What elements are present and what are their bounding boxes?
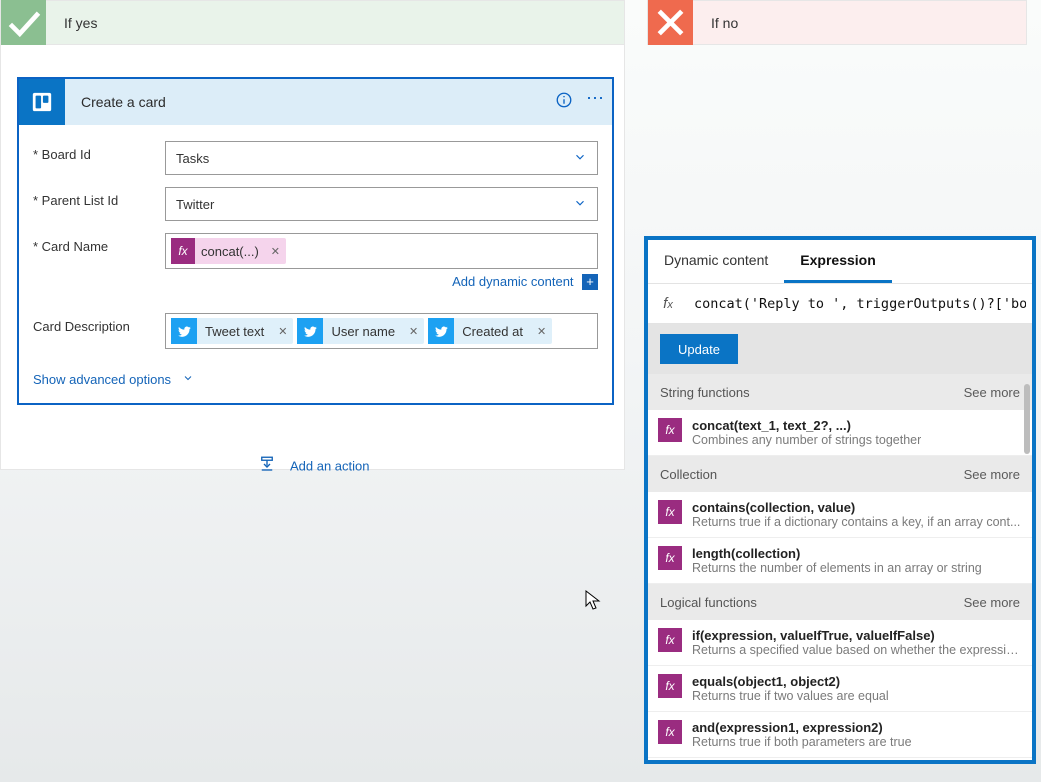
fx-icon: fx (171, 238, 195, 264)
function-signature: if(expression, valueIfTrue, valueIfFalse… (692, 628, 1022, 643)
fx-icon: fx (658, 500, 682, 524)
check-icon (1, 0, 46, 45)
function-signature: length(collection) (692, 546, 982, 561)
section-header: Collection See more (648, 456, 1032, 492)
section-title: Logical functions (660, 595, 757, 610)
trello-icon (19, 79, 65, 125)
function-signature: contains(collection, value) (692, 500, 1020, 515)
scrollbar[interactable] (1024, 374, 1030, 760)
more-icon[interactable]: ⋯ (580, 89, 612, 115)
chevron-down-icon (573, 196, 587, 213)
remove-token-icon[interactable]: ✕ (265, 245, 286, 258)
card-name-label: Card Name (33, 239, 108, 254)
function-description: Returns true if two values are equal (692, 689, 889, 703)
if-yes-label: If yes (64, 15, 97, 31)
tab-expression[interactable]: Expression (784, 240, 891, 283)
fx-icon: fx (658, 674, 682, 698)
parent-list-id-select[interactable]: Twitter (165, 187, 598, 221)
update-button[interactable]: Update (660, 334, 738, 364)
plus-icon[interactable]: + (582, 274, 598, 290)
see-more-link[interactable]: See more (964, 467, 1020, 482)
function-description: Returns a specified value based on wheth… (692, 643, 1022, 657)
expression-token[interactable]: fx concat(...) ✕ (171, 238, 286, 264)
function-description: Combines any number of strings together (692, 433, 921, 447)
add-an-action-link[interactable]: Add an action (290, 459, 370, 474)
twitter-icon (428, 318, 454, 344)
function-row[interactable]: fx concat(text_1, text_2?, ...)Combines a… (648, 410, 1032, 456)
parent-list-id-label: Parent List Id (33, 193, 118, 208)
board-id-label: Board Id (33, 147, 91, 162)
show-advanced-options-link[interactable]: Show advanced options (33, 372, 171, 387)
card-title: Create a card (81, 94, 548, 110)
if-yes-branch-header[interactable]: If yes (0, 0, 625, 45)
remove-token-icon[interactable]: ✕ (531, 325, 552, 338)
fx-icon: fx (658, 720, 682, 744)
create-a-card-action: Create a card ⋯ Board Id Tasks Parent Li… (17, 77, 614, 405)
expression-panel: Dynamic content Expression fx Update Str… (644, 236, 1036, 764)
remove-token-icon[interactable]: ✕ (272, 325, 293, 338)
function-row[interactable]: fx length(collection)Returns the number o… (648, 538, 1032, 584)
tab-dynamic-content[interactable]: Dynamic content (648, 240, 784, 283)
twitter-icon (171, 318, 197, 344)
card-description-input[interactable]: Tweet text ✕ User name ✕ Created at ✕ (165, 313, 598, 349)
card-header[interactable]: Create a card ⋯ (19, 79, 612, 125)
card-name-input[interactable]: fx concat(...) ✕ (165, 233, 598, 269)
section-header: String functions See more (648, 374, 1032, 410)
board-id-value: Tasks (176, 151, 209, 166)
if-no-label: If no (711, 15, 738, 31)
add-dynamic-content-link[interactable]: Add dynamic content (452, 274, 573, 289)
function-description: Returns true if a dictionary contains a … (692, 515, 1020, 529)
expression-input[interactable] (688, 296, 1032, 312)
info-icon[interactable] (548, 91, 580, 114)
chevron-down-icon (182, 371, 194, 389)
expression-token-text: concat(...) (195, 244, 265, 259)
fx-icon: fx (658, 546, 682, 570)
dynamic-token-created-at[interactable]: Created at ✕ (428, 318, 552, 344)
function-row[interactable]: fx equals(object1, object2)Returns true i… (648, 666, 1032, 712)
function-description: Returns true if both parameters are true (692, 735, 912, 749)
function-signature: and(expression1, expression2) (692, 720, 912, 735)
function-signature: equals(object1, object2) (692, 674, 889, 689)
twitter-icon (297, 318, 323, 344)
see-more-link[interactable]: See more (964, 595, 1020, 610)
parent-list-id-value: Twitter (176, 197, 214, 212)
remove-token-icon[interactable]: ✕ (403, 325, 424, 338)
function-row[interactable]: fx contains(collection, value)Returns tru… (648, 492, 1032, 538)
card-description-label: Card Description (33, 319, 130, 334)
function-signature: concat(text_1, text_2?, ...) (692, 418, 921, 433)
x-icon (648, 0, 693, 45)
chevron-down-icon (573, 150, 587, 167)
function-description: Returns the number of elements in an arr… (692, 561, 982, 575)
add-action-icon (258, 455, 276, 478)
section-title: String functions (660, 385, 750, 400)
fx-icon: fx (648, 295, 688, 312)
section-title: Collection (660, 467, 717, 482)
function-row[interactable]: fx if(expression, valueIfTrue, valueIfFal… (648, 620, 1032, 666)
function-row[interactable]: fx and(expression1, expression2)Returns t… (648, 712, 1032, 758)
if-yes-body: Create a card ⋯ Board Id Tasks Parent Li… (0, 45, 625, 470)
fx-icon: fx (658, 628, 682, 652)
section-header: Logical functions See more (648, 584, 1032, 620)
mouse-cursor-icon (585, 590, 601, 617)
dynamic-token-user-name[interactable]: User name ✕ (297, 318, 424, 344)
see-more-link[interactable]: See more (964, 385, 1020, 400)
dynamic-token-tweet-text[interactable]: Tweet text ✕ (171, 318, 293, 344)
fx-icon: fx (658, 418, 682, 442)
board-id-select[interactable]: Tasks (165, 141, 598, 175)
if-no-branch-header[interactable]: If no (647, 0, 1027, 45)
